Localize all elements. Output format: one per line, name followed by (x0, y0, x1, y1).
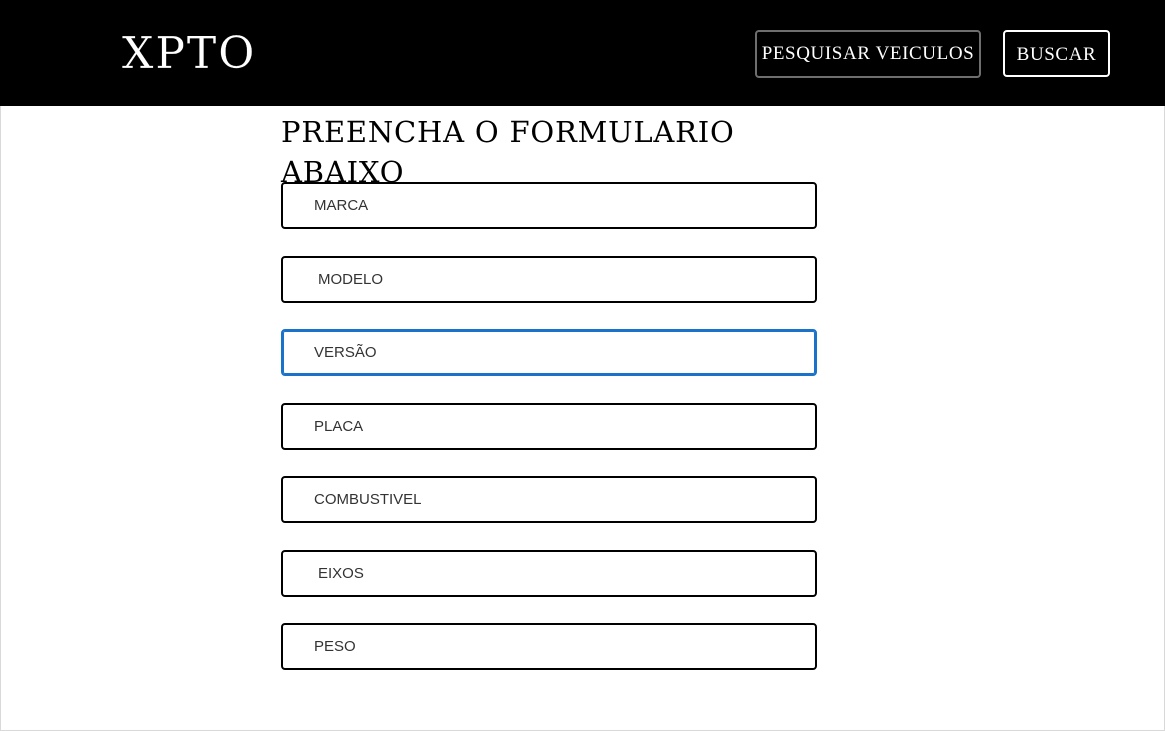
placa-input[interactable] (281, 403, 817, 450)
modelo-input[interactable] (281, 256, 817, 303)
logo[interactable]: XPTO (122, 28, 256, 80)
buscar-button[interactable]: BUSCAR (1003, 30, 1110, 77)
combustivel-input[interactable] (281, 476, 817, 523)
form-title: PREENCHA O FORMULARIO ABAIXO (281, 115, 735, 189)
top-header: XPTO PESQUISAR VEICULOS BUSCAR (0, 0, 1165, 106)
versao-input[interactable] (281, 329, 817, 376)
marca-input[interactable] (281, 182, 817, 229)
pesquisar-veiculos-button[interactable]: PESQUISAR VEICULOS (755, 30, 981, 78)
peso-input[interactable] (281, 623, 817, 670)
eixos-input[interactable] (281, 550, 817, 597)
